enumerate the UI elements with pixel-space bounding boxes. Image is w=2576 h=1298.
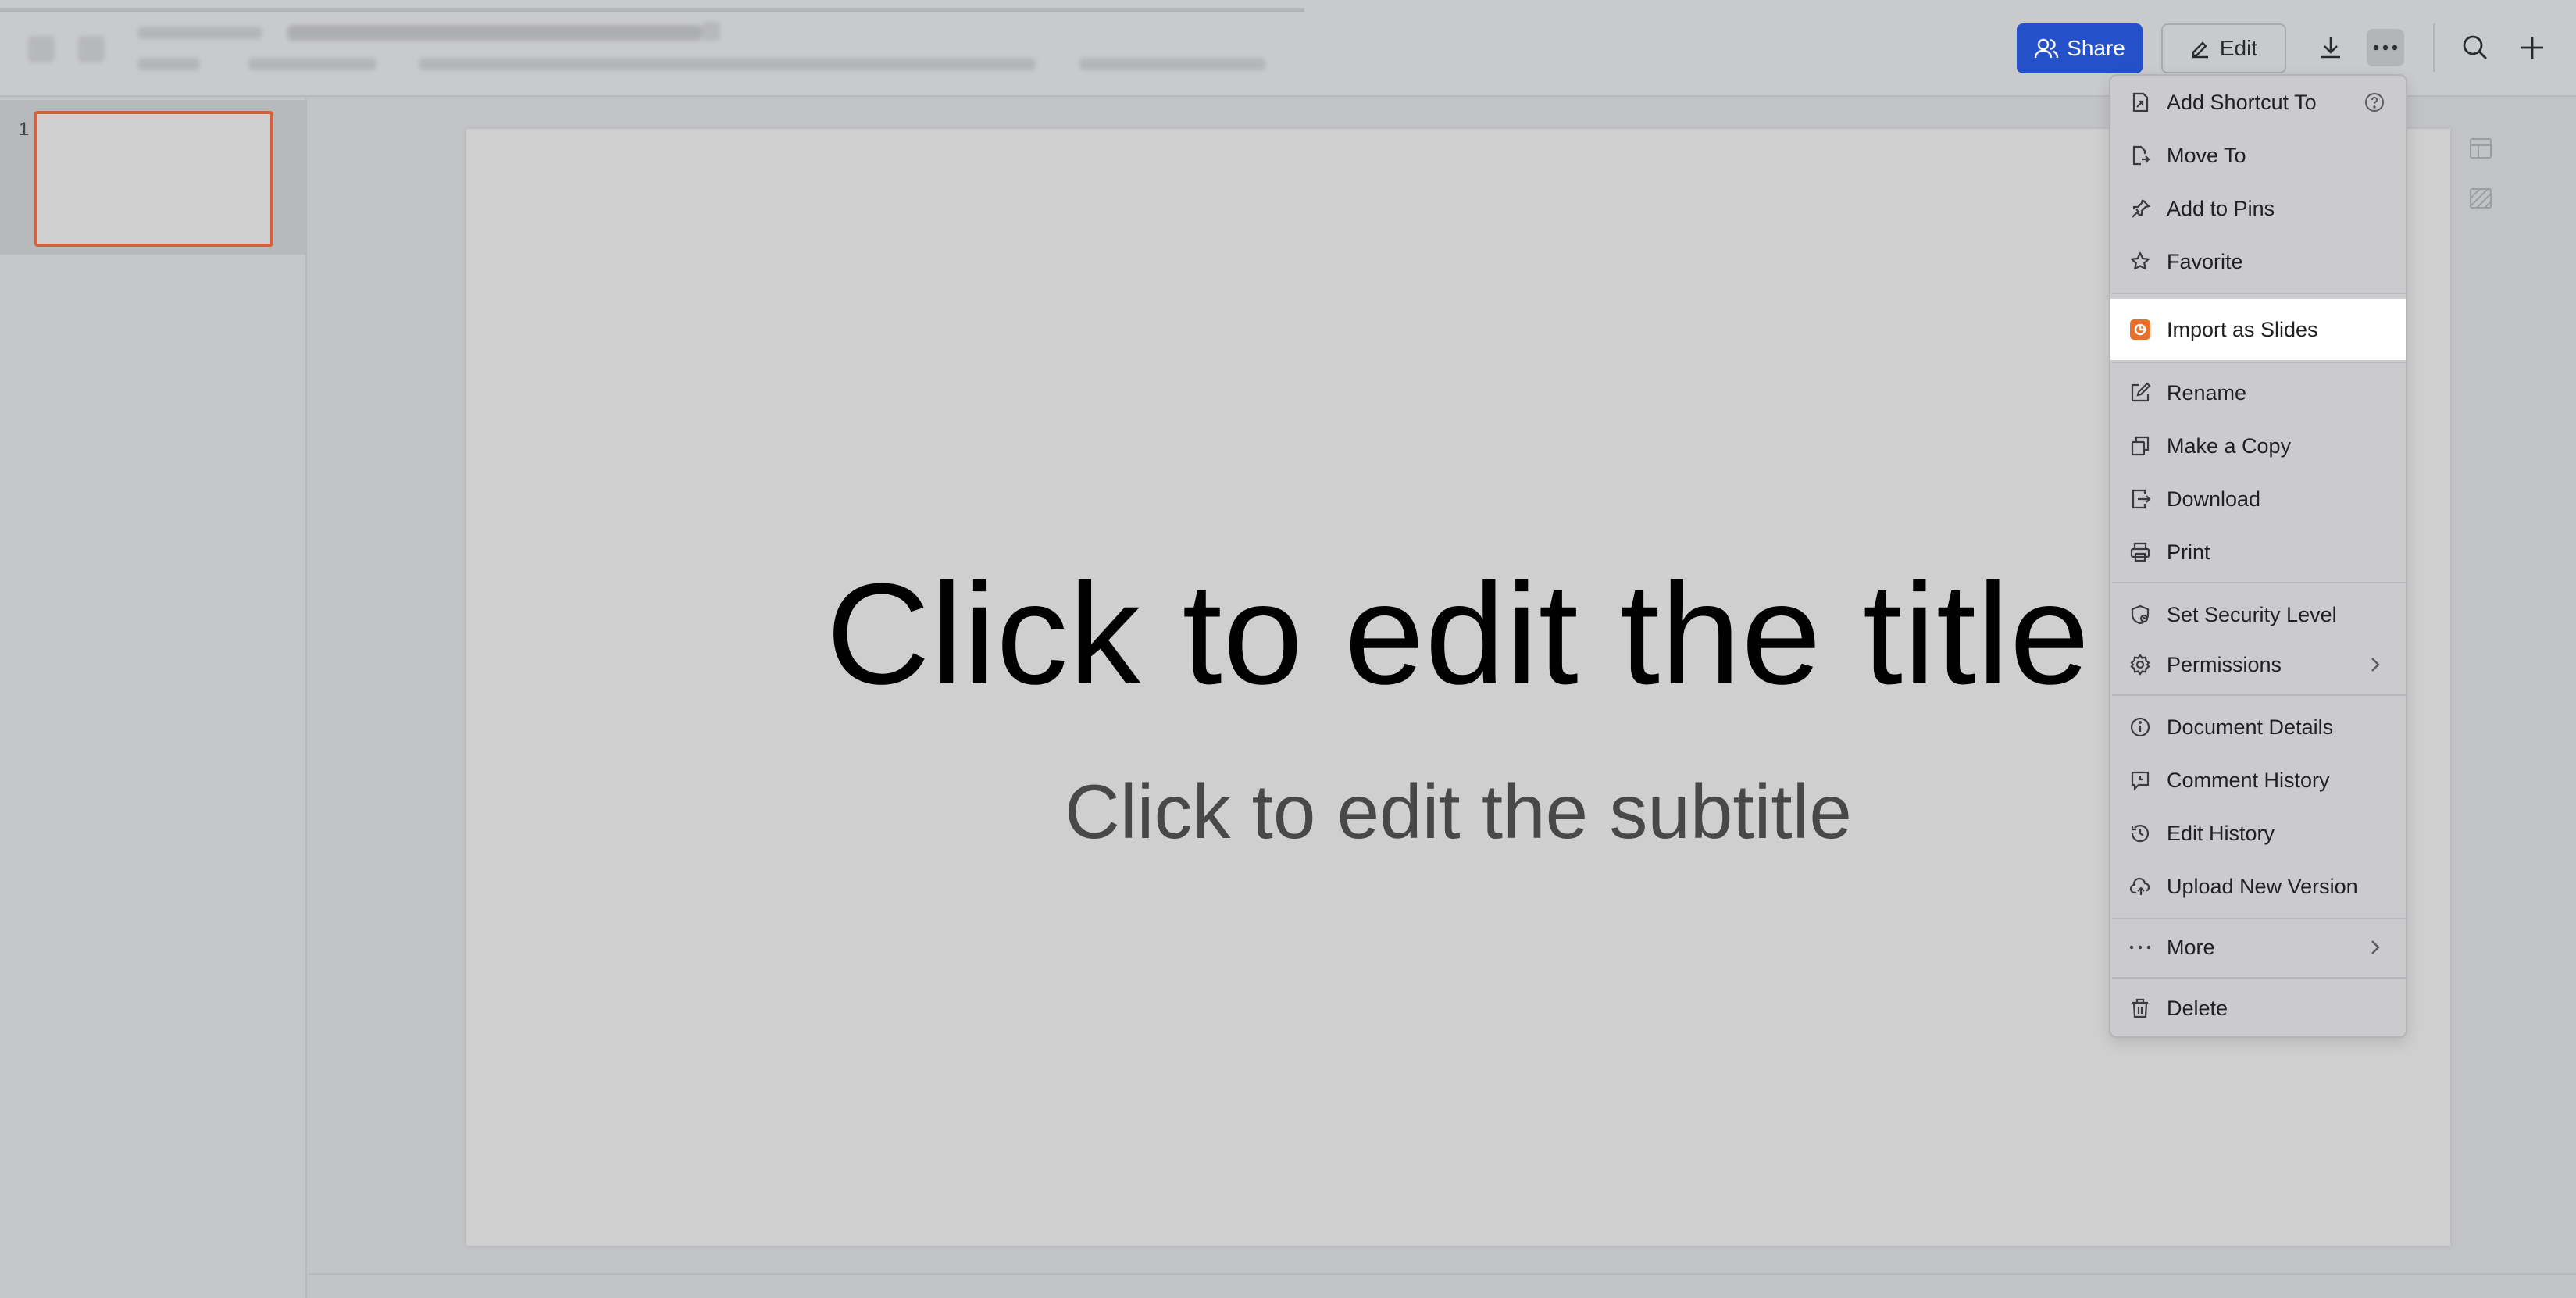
chevron-right-icon [2364,654,2385,676]
menu-item-upload-new-version[interactable]: Upload New Version [2110,860,2406,913]
menu-item-delete[interactable]: Delete [2110,982,2406,1035]
more-options-menu: Add Shortcut To Move To Add to Pins Favo… [2109,74,2407,1038]
menu-item-label: Edit History [2167,821,2275,845]
menu-item-set-security-level[interactable]: Set Security Level [2110,588,2406,641]
menu-item-label: Make a Copy [2167,433,2292,458]
meta-blurred-3 [419,58,1036,70]
menu-item-add-to-pins[interactable]: Add to Pins [2110,182,2406,235]
help-icon[interactable] [2364,91,2385,113]
more-options-button[interactable] [2367,29,2404,66]
star-icon [2128,249,2153,274]
more-dots-icon [2128,935,2153,960]
document-title-blurred [287,25,701,41]
menu-item-edit-history[interactable]: Edit History [2110,807,2406,860]
share-button[interactable]: Share [2017,23,2143,73]
toolbar-divider [2433,23,2435,72]
menu-item-print[interactable]: Print [2110,526,2406,579]
menu-divider [2112,362,2406,363]
menu-divider [2112,918,2406,919]
menu-item-label: Rename [2167,380,2247,405]
menu-item-label: Delete [2167,996,2228,1020]
add-shortcut-icon [2128,90,2153,115]
menu-item-comment-history[interactable]: Comment History [2110,754,2406,807]
home-icon[interactable] [78,36,105,62]
app-window: Share Edit 1 Click to edit the title Cli… [0,0,2576,1298]
gear-icon [2128,652,2153,677]
menu-item-add-shortcut-to[interactable]: Add Shortcut To [2110,76,2406,129]
menu-item-label: Add Shortcut To [2167,90,2317,114]
menu-item-label: Import as Slides [2167,317,2318,341]
move-to-icon [2128,143,2153,168]
sidebar-toggle-icon[interactable] [28,36,55,62]
menu-item-label: Favorite [2167,249,2243,273]
menu-divider [2112,977,2406,979]
share-users-icon [2034,37,2059,59]
share-button-label: Share [2067,36,2125,60]
slide-thumbnail[interactable] [34,111,273,247]
menu-item-rename[interactable]: Rename [2110,366,2406,419]
menu-item-label: Set Security Level [2167,602,2337,626]
copy-icon [2128,433,2153,458]
plus-icon[interactable] [2514,29,2551,66]
loading-progress-bar [0,8,1304,12]
menu-item-label: Comment History [2167,768,2330,792]
slides-app-icon [2128,317,2153,342]
print-icon [2128,540,2153,565]
menu-item-import-as-slides[interactable]: Import as Slides [2110,299,2406,360]
info-icon [2128,715,2153,740]
cloud-upload-icon [2128,874,2153,899]
menu-item-permissions[interactable]: Permissions [2110,638,2406,691]
menu-item-favorite[interactable]: Favorite [2110,235,2406,288]
menu-divider [2112,293,2406,294]
favorite-star-icon[interactable] [701,22,720,41]
menu-item-make-a-copy[interactable]: Make a Copy [2110,419,2406,472]
menu-divider [2112,694,2406,696]
comment-history-icon [2128,768,2153,793]
menu-item-download[interactable]: Download [2110,472,2406,526]
background-icon[interactable] [2465,183,2496,214]
menu-item-label: Document Details [2167,715,2334,739]
pin-icon [2128,196,2153,221]
trash-icon [2128,996,2153,1021]
slide-number: 1 [19,119,30,140]
history-icon [2128,821,2153,846]
download-icon[interactable] [2312,29,2349,66]
menu-item-move-to[interactable]: Move To [2110,129,2406,182]
layout-icon[interactable] [2465,133,2496,164]
chevron-right-icon [2364,936,2385,958]
menu-item-label: Permissions [2167,652,2282,676]
menu-item-label: Upload New Version [2167,874,2358,898]
menu-item-label: Move To [2167,143,2246,167]
menu-divider [2112,582,2406,583]
pencil-icon [2190,38,2210,59]
edit-button-label: Edit [2219,36,2258,60]
meta-blurred-4 [1079,58,1265,70]
slide-thumbnail-row[interactable]: 1 [0,100,305,255]
menu-item-label: Add to Pins [2167,196,2275,220]
meta-blurred-1 [137,58,200,70]
search-icon[interactable] [2456,29,2494,66]
security-icon [2128,602,2153,627]
menu-item-document-details[interactable]: Document Details [2110,701,2406,754]
bottom-divider [309,1273,2576,1275]
menu-item-label: Print [2167,540,2210,564]
menu-item-more[interactable]: More [2110,921,2406,974]
download-icon [2128,487,2153,512]
slide-thumbnail-panel: 1 [0,98,307,1298]
menu-item-label: More [2167,935,2215,959]
rename-icon [2128,380,2153,405]
more-dots-icon [2373,45,2398,51]
breadcrumb-blurred [137,27,262,39]
meta-blurred-2 [248,58,376,70]
menu-item-label: Download [2167,487,2261,511]
edit-button[interactable]: Edit [2161,23,2286,73]
